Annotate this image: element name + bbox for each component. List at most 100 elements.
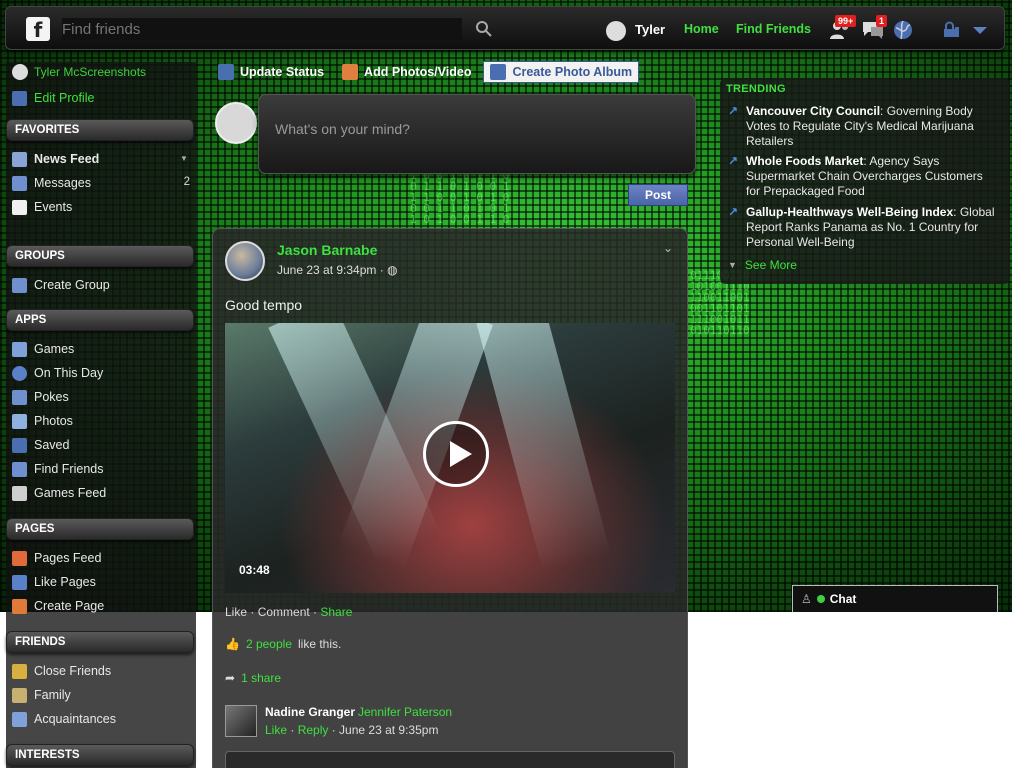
trending-arrow-icon: ↗ xyxy=(728,104,739,118)
tab-create-photo-album[interactable]: Create Photo Album xyxy=(483,61,640,83)
video-player[interactable]: 03:48 xyxy=(225,323,675,593)
sidebar-item-label: Games Feed xyxy=(34,486,107,500)
news-feed-icon xyxy=(12,151,27,167)
create-page-icon xyxy=(12,598,27,614)
left-sidebar: Tyler McScreenshots Edit Profile FAVORIT… xyxy=(6,62,196,768)
account-dropdown-icon[interactable] xyxy=(968,19,992,41)
composer-avatar xyxy=(215,102,257,144)
sidebar-item-like-pages[interactable]: Like Pages xyxy=(12,574,96,590)
sidebar-profile-link[interactable]: Tyler McScreenshots xyxy=(12,64,146,80)
sidebar-item-create-page[interactable]: Create Page xyxy=(12,598,104,614)
edit-profile-link[interactable]: Edit Profile xyxy=(12,90,94,106)
sidebar-item-find-friends[interactable]: Find Friends xyxy=(12,461,103,477)
story-time-text: June 23 at 9:34pm xyxy=(277,263,377,277)
thumbs-up-icon: 👍 xyxy=(225,637,240,651)
video-duration: 03:48 xyxy=(239,563,270,577)
album-icon xyxy=(490,64,507,80)
story-text: Good tempo xyxy=(225,297,303,313)
post-button[interactable]: Post xyxy=(628,184,688,206)
composer-tabs: Update Status Add Photos/Video Create Ph… xyxy=(212,60,645,84)
sidebar-item-games[interactable]: Games xyxy=(12,341,74,357)
sidebar-item-close-friends[interactable]: Close Friends xyxy=(12,663,111,679)
sidebar-item-on-this-day[interactable]: On This Day xyxy=(12,365,103,381)
comment-reply-link[interactable]: Reply xyxy=(298,723,329,737)
public-globe-icon: · ◍ xyxy=(379,263,398,277)
sidebar-item-saved[interactable]: Saved xyxy=(12,437,69,453)
tab-add-photos-video[interactable]: Add Photos/Video xyxy=(336,62,477,82)
sidebar-item-label: Photos xyxy=(34,414,73,428)
trending-item[interactable]: ↗ Vancouver City Council: Governing Body… xyxy=(728,104,998,149)
search-input[interactable] xyxy=(62,18,462,40)
sidebar-item-label: Close Friends xyxy=(34,664,112,678)
trending-arrow-icon: ↗ xyxy=(728,205,739,219)
news-feed-options-icon[interactable]: ▼ xyxy=(180,154,188,163)
share-arrow-icon: ➦ xyxy=(225,671,236,685)
like-link[interactable]: Like xyxy=(225,605,247,619)
facebook-logo-icon[interactable]: f xyxy=(26,17,50,42)
chat-bar[interactable]: ♙ Chat xyxy=(792,585,998,612)
trending-item[interactable]: ↗ Whole Foods Market: Agency Says Superm… xyxy=(728,154,998,199)
search-icon[interactable] xyxy=(474,19,494,39)
sidebar-item-label: Family xyxy=(34,688,71,702)
notifications-globe-icon[interactable] xyxy=(892,19,916,41)
find-friends-icon xyxy=(12,461,27,477)
sidebar-item-label: Pokes xyxy=(34,390,69,404)
shares-link[interactable]: 1 share xyxy=(241,671,281,685)
home-link[interactable]: Home xyxy=(684,22,719,36)
status-composer-input[interactable]: What's on your mind? xyxy=(258,94,696,174)
sidebar-item-pokes[interactable]: Pokes xyxy=(12,389,69,405)
sidebar-item-label: Events xyxy=(34,200,73,214)
share-link[interactable]: Share xyxy=(320,605,352,619)
sidebar-item-label: Pages Feed xyxy=(34,551,102,565)
sidebar-item-create-group[interactable]: Create Group xyxy=(12,277,110,293)
comment-mention[interactable]: Jennifer Paterson xyxy=(358,705,452,719)
close-friends-icon xyxy=(12,663,27,679)
story-author-name[interactable]: Jason Barnabe xyxy=(277,242,377,258)
tab-label: Add Photos/Video xyxy=(364,65,472,79)
thumbs-up-icon xyxy=(12,574,27,590)
likes-people-link[interactable]: 2 people xyxy=(246,637,292,651)
sidebar-item-label: Saved xyxy=(34,438,70,452)
user-name-link[interactable]: Tyler xyxy=(635,22,665,37)
tab-label: Update Status xyxy=(240,65,325,79)
see-more-link[interactable]: ▼ See More xyxy=(728,258,797,272)
sidebar-item-events[interactable]: Events xyxy=(12,199,72,215)
story-actions: Like · Comment · Share xyxy=(225,605,353,619)
sidebar-item-acquaintances[interactable]: Acquaintances xyxy=(12,711,116,727)
comment-author-name[interactable]: Nadine Granger xyxy=(265,705,355,719)
saved-bookmark-icon xyxy=(12,437,27,453)
trending-item[interactable]: ↗ Gallup-Healthways Well-Being Index: Gl… xyxy=(728,205,998,250)
sidebar-item-pages-feed[interactable]: Pages Feed xyxy=(12,550,101,566)
sidebar-item-news-feed[interactable]: News Feed xyxy=(12,151,99,167)
tab-update-status[interactable]: Update Status xyxy=(212,62,330,82)
story-author-avatar[interactable] xyxy=(225,241,265,281)
see-more-label: See More xyxy=(744,258,797,272)
comment-like-link[interactable]: Like xyxy=(265,723,287,737)
comment-time[interactable]: June 23 at 9:35pm xyxy=(339,723,438,737)
top-navigation-bar: f Tyler Home Find Friends 99+ 1 xyxy=(5,6,1005,50)
stage-light-beam xyxy=(476,323,612,574)
story-timestamp[interactable]: June 23 at 9:34pm · ◍ xyxy=(277,263,398,277)
sidebar-item-photos[interactable]: Photos xyxy=(12,413,73,429)
sidebar-item-games-feed[interactable]: Games Feed xyxy=(12,485,106,501)
comment-author-avatar[interactable] xyxy=(225,705,257,737)
user-avatar[interactable] xyxy=(606,21,626,41)
pages-header: PAGES xyxy=(6,518,194,540)
privacy-lock-icon[interactable] xyxy=(941,19,965,41)
trending-topic: Gallup-Healthways Well-Being Index xyxy=(746,205,954,219)
games-icon xyxy=(12,341,27,357)
comment-link[interactable]: Comment xyxy=(258,605,310,619)
messages-badge: 1 xyxy=(876,15,888,27)
sidebar-item-family[interactable]: Family xyxy=(12,687,71,703)
photos-icon xyxy=(12,413,27,429)
find-friends-link[interactable]: Find Friends xyxy=(736,22,811,36)
story-options-chevron-icon[interactable]: ⌄ xyxy=(663,241,673,255)
family-icon xyxy=(12,687,27,703)
chat-people-icon: ♙ xyxy=(801,592,812,606)
play-icon[interactable] xyxy=(423,421,489,487)
chevron-down-icon: ▼ xyxy=(728,260,737,270)
write-comment-input[interactable] xyxy=(225,751,675,768)
sidebar-item-label: Acquaintances xyxy=(34,712,117,726)
sidebar-item-messages[interactable]: Messages xyxy=(12,175,91,191)
pokes-icon xyxy=(12,389,27,405)
